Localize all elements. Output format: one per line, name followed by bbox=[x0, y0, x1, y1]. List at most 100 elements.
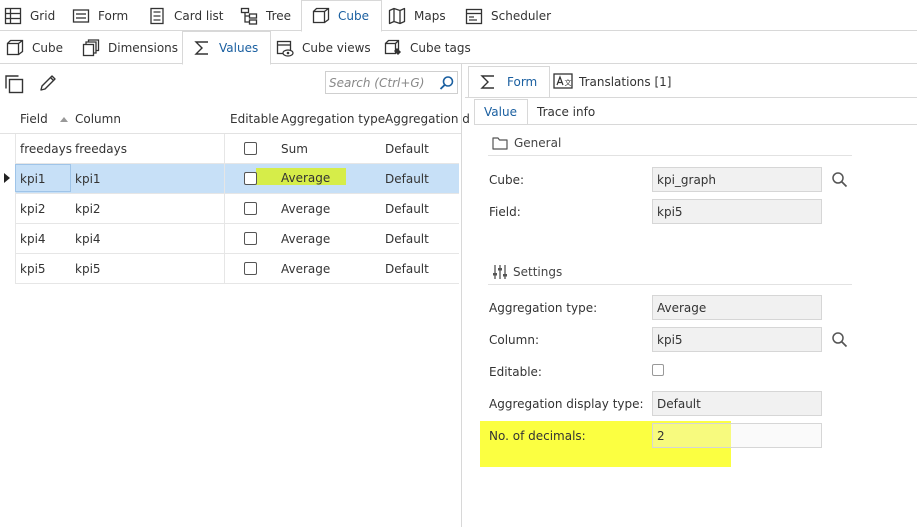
cube-icon bbox=[6, 39, 24, 55]
cell-aggregation-type: Average bbox=[281, 171, 331, 185]
section-general: General bbox=[492, 136, 561, 150]
search-placeholder: Search (Ctrl+G) bbox=[329, 76, 425, 90]
subtab-values[interactable]: Values bbox=[182, 31, 272, 65]
editable-checkbox[interactable] bbox=[244, 262, 257, 275]
grid-separator bbox=[224, 134, 225, 284]
tab-tree[interactable]: Tree bbox=[240, 0, 291, 31]
section-divider bbox=[488, 284, 852, 285]
tab-translations[interactable]: 文 Translations [1] bbox=[553, 66, 671, 97]
tab-label: Value bbox=[484, 105, 517, 119]
table-row[interactable]: freedays freedays Sum Default bbox=[15, 134, 459, 164]
cube-icon bbox=[312, 7, 330, 24]
dimensions-icon bbox=[82, 38, 100, 56]
tab-label: Form bbox=[98, 8, 129, 23]
tree-icon bbox=[240, 7, 258, 25]
tab-grid[interactable]: Grid bbox=[4, 0, 55, 31]
subtab-label: Cube views bbox=[302, 40, 371, 55]
subtab-label: Cube tags bbox=[410, 40, 471, 55]
tab-label: Grid bbox=[30, 8, 56, 23]
editable-checkbox[interactable] bbox=[244, 232, 257, 245]
tab-label: Translations [1] bbox=[579, 74, 672, 89]
tab-form-panel[interactable]: Form bbox=[468, 66, 551, 98]
tab-cube[interactable]: Cube bbox=[301, 0, 382, 32]
cell-field: freedays bbox=[20, 142, 72, 156]
section-settings: Settings bbox=[492, 264, 562, 280]
search-icon[interactable] bbox=[831, 331, 848, 348]
cell-aggregation-display: Default bbox=[385, 232, 429, 246]
focused-cell bbox=[15, 164, 71, 192]
editable-checkbox[interactable] bbox=[244, 202, 257, 215]
folder-icon bbox=[492, 137, 508, 150]
column-header-aggregation-type[interactable]: Aggregation type bbox=[281, 112, 385, 126]
cube-field[interactable]: kpi_graph bbox=[652, 167, 822, 192]
cell-field: kpi4 bbox=[20, 232, 46, 246]
cell-column: kpi5 bbox=[75, 262, 101, 276]
tab-label: Form bbox=[507, 75, 538, 89]
sort-asc-icon bbox=[60, 117, 68, 122]
column-header-aggregation-display[interactable]: Aggregation d bbox=[385, 112, 470, 126]
column-header-column[interactable]: Column bbox=[75, 112, 121, 126]
copy-icon bbox=[5, 75, 24, 94]
subtab-dimensions[interactable]: Dimensions bbox=[82, 31, 178, 64]
sigma-icon bbox=[480, 75, 494, 89]
settings-sliders-icon bbox=[493, 265, 507, 279]
copy-button[interactable] bbox=[4, 74, 24, 94]
table-row[interactable]: kpi5 kpi5 Average Default bbox=[15, 254, 459, 284]
cell-aggregation-display: Default bbox=[385, 202, 429, 216]
editable-checkbox[interactable] bbox=[244, 142, 257, 155]
cell-aggregation-display: Default bbox=[385, 262, 429, 276]
aggregation-display-label: Aggregation display type: bbox=[489, 397, 644, 411]
panel-tab-divider bbox=[465, 97, 917, 98]
column-field[interactable]: kpi5 bbox=[652, 327, 822, 352]
aggregation-display-field[interactable]: Default bbox=[652, 391, 822, 416]
grid-icon bbox=[4, 7, 22, 24]
tab-card-list[interactable]: Card list bbox=[148, 0, 224, 31]
scheduler-icon bbox=[465, 8, 483, 24]
column-header-field[interactable]: Field bbox=[20, 112, 48, 126]
table-row[interactable]: kpi4 kpi4 Average Default bbox=[15, 224, 459, 254]
subtab-trace-info[interactable]: Trace info bbox=[537, 99, 595, 125]
section-divider bbox=[488, 155, 852, 156]
map-icon bbox=[388, 7, 406, 24]
tab-label: Cube bbox=[338, 9, 369, 23]
subtab-cube-tags[interactable]: Cube tags bbox=[384, 31, 471, 64]
search-icon[interactable] bbox=[439, 75, 455, 91]
subtab-cube-views[interactable]: Cube views bbox=[276, 31, 371, 64]
column-label: Column: bbox=[489, 333, 539, 347]
table-row[interactable]: kpi2 kpi2 Average Default bbox=[15, 194, 459, 224]
edit-button[interactable] bbox=[38, 73, 58, 93]
tab-scheduler[interactable]: Scheduler bbox=[465, 0, 551, 31]
tab-label: Tree bbox=[266, 8, 292, 23]
sigma-icon bbox=[194, 41, 208, 55]
top-tab-bar: Grid Form Card list Tree Cube Maps Sched… bbox=[0, 0, 917, 32]
aggregation-type-field[interactable]: Average bbox=[652, 295, 822, 320]
decimals-field[interactable]: 2 bbox=[652, 423, 822, 448]
subtab-cube[interactable]: Cube bbox=[6, 31, 63, 64]
tab-form[interactable]: Form bbox=[72, 0, 128, 31]
table-row[interactable]: kpi1 kpi1 Default bbox=[15, 164, 459, 194]
cell-aggregation-display: Default bbox=[385, 172, 429, 186]
subtab-value[interactable]: Value bbox=[474, 99, 528, 125]
cell-aggregation-type: Average bbox=[281, 262, 331, 276]
search-input[interactable]: Search (Ctrl+G) bbox=[325, 71, 458, 94]
cell-aggregation-display: Default bbox=[385, 142, 429, 156]
cube-label: Cube: bbox=[489, 173, 525, 187]
cell-aggregation-type: Average bbox=[281, 202, 331, 216]
editable-checkbox[interactable] bbox=[244, 172, 257, 185]
aggregation-type-label: Aggregation type: bbox=[489, 301, 598, 315]
editable-checkbox[interactable] bbox=[652, 364, 664, 376]
cell-field: kpi5 bbox=[20, 262, 46, 276]
tab-label: Card list bbox=[174, 8, 224, 23]
panel-splitter[interactable] bbox=[461, 64, 462, 527]
editable-label: Editable: bbox=[489, 365, 542, 379]
field-field[interactable]: kpi5 bbox=[652, 199, 822, 224]
tab-maps[interactable]: Maps bbox=[388, 0, 446, 31]
cube-tags-icon bbox=[384, 39, 401, 55]
column-header-editable[interactable]: Editable bbox=[230, 112, 279, 126]
tab-label: Scheduler bbox=[491, 8, 552, 23]
field-label: Field: bbox=[489, 205, 521, 219]
svg-text:文: 文 bbox=[565, 78, 572, 87]
search-icon[interactable] bbox=[831, 171, 848, 188]
grid-header: Field Column Editable Aggregation type A… bbox=[0, 104, 470, 134]
section-title: General bbox=[514, 136, 562, 150]
